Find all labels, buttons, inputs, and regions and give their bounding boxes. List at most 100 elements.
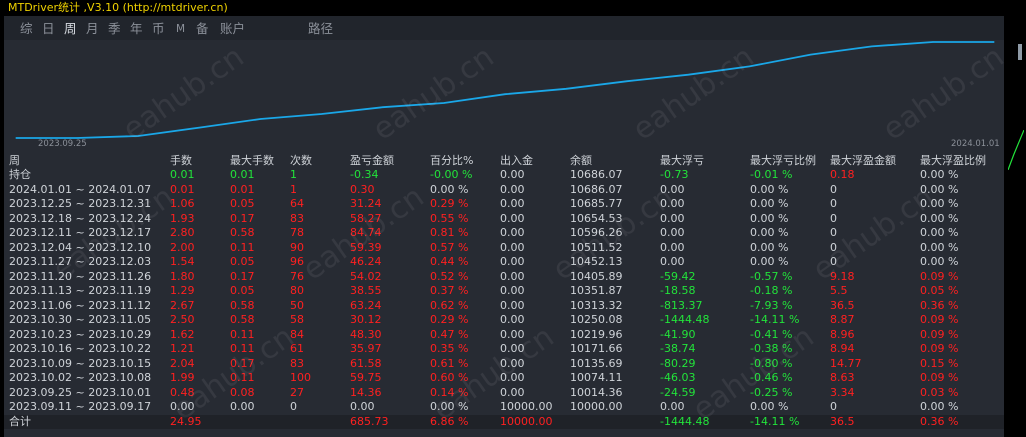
table-row[interactable]: 2023.10.16 ~ 2023.10.22 1.21 0.11 61 35.97 0.… (4, 342, 1004, 357)
cell-max-floating-profit: 8.96 (830, 327, 855, 341)
column-header-max-drawdown-pct[interactable]: 最大浮亏比例 (750, 154, 816, 168)
cell-max-floating-profit: 14.77 (830, 356, 862, 370)
cell-trades: 1 (290, 182, 297, 196)
table-row[interactable]: 2023.10.02 ~ 2023.10.08 1.99 0.11 100 59.75 0… (4, 371, 1004, 386)
cell-max-drawdown-pct: 0.00 % (750, 182, 789, 196)
column-header-percent[interactable]: 百分比% (430, 154, 473, 168)
cell-max-drawdown: -1444.48 (660, 414, 710, 428)
tab-account[interactable]: 账户 (220, 20, 245, 38)
table-row[interactable]: 2023.09.11 ~ 2023.09.17 0.00 0.00 0 0.00 0.00… (4, 400, 1004, 415)
cell-percent: 0.55 % (430, 211, 469, 225)
cell-max-lots: 0.11 (230, 342, 255, 355)
column-header-max-floating-profit[interactable]: 最大浮盈金额 (830, 154, 896, 168)
column-header-max-lots[interactable]: 最大手数 (230, 154, 274, 168)
table-row[interactable]: 2023.10.30 ~ 2023.11.05 2.50 0.58 58 30.12 0.… (4, 313, 1004, 328)
cell-percent: 6.86 % (430, 414, 469, 428)
tab-note[interactable]: 备 (196, 20, 209, 38)
cell-profit: 48.30 (350, 327, 382, 341)
cell-lots: 1.99 (170, 371, 195, 384)
cell-profit: 0.00 (350, 400, 375, 413)
column-header-balance[interactable]: 余额 (570, 154, 592, 168)
tab-month[interactable]: 月 (86, 20, 99, 38)
cell-trades: 61 (290, 342, 304, 355)
cell-profit: 38.55 (350, 284, 382, 297)
table-body: 2024.01.01 ~ 2024.01.07 0.01 0.01 1 0.30 0.00… (4, 183, 1004, 415)
column-header-max-floating-profit-pct[interactable]: 最大浮盈比例 (920, 154, 986, 168)
cell-percent: 0.35 % (430, 342, 469, 355)
cell-lots: 2.00 (170, 240, 195, 254)
table-row[interactable]: 2023.11.27 ~ 2023.12.03 1.54 0.05 96 46.24 0.… (4, 255, 1004, 270)
cell-max-drawdown: -813.37 (660, 298, 703, 312)
table-row[interactable]: 2023.10.23 ~ 2023.10.29 1.62 0.11 84 48.30 0.… (4, 328, 1004, 343)
equity-line-chart (15, 41, 995, 139)
cell-balance: 10351.87 (570, 284, 623, 297)
table-row[interactable]: 2023.11.20 ~ 2023.11.26 1.80 0.17 76 54.02 0.… (4, 270, 1004, 285)
cell-max-lots: 0.58 (230, 298, 255, 312)
cell-max-drawdown-pct: -0.18 % (750, 284, 793, 297)
tab-path[interactable]: 路径 (308, 20, 333, 38)
equity-point (321, 113, 323, 115)
cell-max-floating-profit-pct: 0.00 % (920, 182, 959, 196)
cell-percent: 0.62 % (430, 298, 469, 312)
table-row[interactable]: 2023.12.25 ~ 2023.12.31 1.06 0.05 64 31.24 0.… (4, 197, 1004, 212)
cell-profit: 61.58 (350, 356, 382, 370)
cell-lots: 1.93 (170, 211, 195, 225)
cell-max-drawdown-pct: -14.11 % (750, 313, 800, 326)
cell-profit: 46.24 (350, 255, 382, 268)
scrollbar-thumb[interactable] (1018, 44, 1022, 60)
cell-max-lots: 0.17 (230, 356, 255, 370)
cell-max-drawdown-pct: -7.93 % (750, 298, 793, 312)
cell-period: 持仓 (9, 168, 31, 181)
cell-max-floating-profit-pct: 0.09 % (920, 269, 959, 283)
tab-summary[interactable]: 综 (20, 20, 33, 38)
cell-trades: 27 (290, 385, 304, 399)
tab-quarter[interactable]: 季 (108, 20, 121, 38)
cell-percent: 0.29 % (430, 313, 469, 326)
cell-max-drawdown-pct: 0.00 % (750, 240, 789, 254)
cell-period: 2023.11.13 ~ 2023.11.19 (9, 284, 152, 297)
table-row[interactable]: 2023.11.06 ~ 2023.11.12 2.67 0.58 50 63.24 0.… (4, 299, 1004, 314)
tab-m[interactable]: M (176, 20, 185, 38)
table-row[interactable]: 2023.10.09 ~ 2023.10.15 2.04 0.17 83 61.58 0.… (4, 357, 1004, 372)
tab-year[interactable]: 年 (130, 20, 143, 38)
cell-lots: 1.21 (170, 342, 195, 355)
cell-max-floating-profit: 8.63 (830, 371, 855, 384)
cell-profit: 685.73 (350, 414, 389, 428)
tab-currency[interactable]: 币 (152, 20, 165, 38)
column-header-deposit[interactable]: 出入金 (500, 154, 533, 168)
window-title: MTDriver统计 ,V3.10 (http://mtdriver.cn) (8, 1, 228, 14)
cell-trades: 83 (290, 356, 304, 370)
column-header-profit[interactable]: 盈亏金额 (350, 154, 394, 168)
x-tick-label: 2024.01.01 (951, 139, 1000, 149)
cell-lots: 2.04 (170, 356, 195, 370)
cell-max-floating-profit-pct: 0.09 % (920, 342, 959, 355)
cell-percent: 0.44 % (430, 255, 469, 268)
table-row[interactable]: 2023.12.04 ~ 2023.12.10 2.00 0.11 90 59.39 0.… (4, 241, 1004, 256)
column-header-max-drawdown[interactable]: 最大浮亏 (660, 154, 704, 168)
cell-profit: 35.97 (350, 342, 382, 355)
cell-max-drawdown-pct: -0.80 % (750, 356, 793, 370)
table-row[interactable]: 2023.11.13 ~ 2023.11.19 1.29 0.05 80 38.55 0.… (4, 284, 1004, 299)
column-header-trades[interactable]: 次数 (290, 154, 312, 168)
tab-day[interactable]: 日 (42, 20, 55, 38)
cell-balance: 10511.52 (570, 240, 623, 254)
table-header-row: 周 手数 最大手数 次数 盈亏金额 百分比% 出入金 余额 最大浮亏 最大浮亏比例 最大浮盈金额 最大… (4, 154, 1004, 168)
cell-max-drawdown-pct: -0.41 % (750, 327, 793, 341)
cell-max-floating-profit: 0 (830, 240, 837, 254)
position-row: 持仓 0.01 0.01 1 -0.34 -0.00 % 0.00 10686.07 -0.73… (4, 168, 1004, 183)
table-row[interactable]: 2024.01.01 ~ 2024.01.07 0.01 0.01 1 0.30 0.00… (4, 183, 1004, 198)
cell-balance: 10219.96 (570, 327, 623, 341)
cell-period: 2023.09.11 ~ 2023.09.17 (9, 400, 152, 413)
table-row[interactable]: 2023.09.25 ~ 2023.10.01 0.48 0.08 27 14.36 0.… (4, 386, 1004, 401)
cell-balance: 10135.69 (570, 356, 623, 370)
table-row[interactable]: 2023.12.18 ~ 2023.12.24 1.93 0.17 83 58.27 0.… (4, 212, 1004, 227)
equity-point (259, 118, 262, 120)
cell-max-floating-profit: 5.5 (830, 284, 848, 297)
cell-max-floating-profit: 0 (830, 226, 837, 239)
table-row[interactable]: 2023.12.11 ~ 2023.12.17 2.80 0.58 78 84.74 0.… (4, 226, 1004, 241)
cell-max-drawdown: 0.00 (660, 226, 685, 239)
tab-week[interactable]: 周 (64, 20, 77, 38)
column-header-period[interactable]: 周 (9, 154, 20, 168)
cell-deposit: 0.00 (500, 226, 525, 239)
column-header-lots[interactable]: 手数 (170, 154, 192, 168)
